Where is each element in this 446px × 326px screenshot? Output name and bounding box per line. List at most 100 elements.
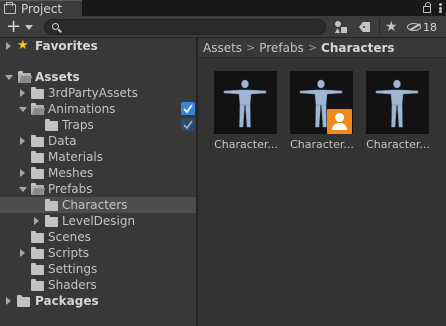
folder-open-icon bbox=[31, 183, 44, 195]
checkbox-checked[interactable] bbox=[181, 102, 195, 115]
tree-item-settings[interactable]: Settings bbox=[0, 261, 196, 277]
tree-item-leveldesign[interactable]: LevelDesign bbox=[0, 213, 196, 229]
tree-item-characters[interactable]: Characters bbox=[0, 197, 196, 213]
expand-arrow-icon[interactable] bbox=[6, 42, 11, 50]
folder-icon bbox=[31, 263, 44, 275]
expand-arrow-icon[interactable] bbox=[20, 169, 25, 177]
star-icon: ★ bbox=[17, 38, 29, 53]
asset-thumbnail bbox=[366, 71, 429, 134]
asset-grid: Character... Character... Character... bbox=[198, 58, 446, 326]
tree-label: Favorites bbox=[35, 39, 98, 53]
folder-open-icon bbox=[31, 103, 44, 115]
asset-thumbnail bbox=[214, 71, 277, 134]
tree-item-favorites[interactable]: ★ Favorites bbox=[0, 38, 196, 54]
project-toolbar: + ★ 18 bbox=[0, 16, 446, 38]
tree-item-materials[interactable]: Materials bbox=[0, 149, 196, 165]
tab-title: Project bbox=[21, 1, 63, 16]
breadcrumb-item-prefabs[interactable]: Prefabs bbox=[259, 41, 304, 55]
breadcrumb-separator: > bbox=[307, 41, 318, 54]
tab-controls bbox=[423, 2, 442, 14]
folder-open-icon bbox=[18, 71, 31, 83]
folder-icon bbox=[31, 279, 44, 291]
hidden-packages-toggle[interactable]: 18 bbox=[407, 18, 437, 36]
checkmark-icon bbox=[183, 104, 193, 114]
favorites-filter-button[interactable]: ★ bbox=[381, 18, 403, 36]
folder-icon bbox=[17, 295, 30, 307]
tree-label: Animations bbox=[48, 102, 116, 116]
tree-item-traps[interactable]: Traps bbox=[0, 117, 196, 133]
checkmark-icon bbox=[183, 120, 193, 130]
collapse-arrow-icon[interactable] bbox=[19, 187, 27, 192]
folder-icon bbox=[31, 135, 44, 147]
search-by-type-button[interactable] bbox=[330, 18, 352, 36]
folder-icon bbox=[31, 247, 44, 259]
tree-label: Settings bbox=[48, 262, 98, 276]
tree-label: Shaders bbox=[48, 278, 97, 292]
tree-label: Assets bbox=[35, 70, 80, 84]
breadcrumb-item-characters[interactable]: Characters bbox=[321, 41, 395, 55]
expand-arrow-icon[interactable] bbox=[34, 217, 39, 225]
breadcrumb: Assets > Prefabs > Characters bbox=[198, 38, 446, 58]
search-input[interactable] bbox=[63, 21, 321, 33]
checkbox-checked-dim[interactable] bbox=[181, 118, 195, 131]
folder-icon bbox=[45, 199, 58, 211]
folder-icon bbox=[4, 1, 16, 14]
star-icon: ★ bbox=[385, 19, 398, 35]
folder-icon bbox=[45, 119, 58, 131]
user-avatar-icon bbox=[327, 109, 352, 134]
search-field[interactable] bbox=[44, 19, 326, 35]
tree-item-3rdpartyassets[interactable]: 3rdPartyAssets bbox=[0, 85, 196, 101]
folder-icon bbox=[31, 231, 44, 243]
collapse-arrow-icon[interactable] bbox=[19, 107, 27, 112]
folder-icon bbox=[31, 87, 44, 99]
tree-label: Scripts bbox=[48, 246, 90, 260]
chevron-down-icon bbox=[25, 24, 34, 30]
character-figure-icon bbox=[375, 79, 419, 128]
tree-label: Meshes bbox=[48, 166, 94, 180]
tree-item-animations[interactable]: Animations bbox=[0, 101, 196, 117]
search-icon bbox=[52, 23, 59, 30]
tree-label: 3rdPartyAssets bbox=[48, 86, 138, 100]
asset-label: Character... bbox=[290, 138, 354, 151]
plus-icon: + bbox=[6, 16, 22, 37]
folder-icon bbox=[31, 167, 44, 179]
expand-arrow-icon[interactable] bbox=[6, 297, 11, 305]
tag-icon bbox=[359, 22, 370, 32]
folder-icon bbox=[45, 215, 58, 227]
create-button[interactable]: + bbox=[4, 18, 34, 36]
tree-label: Traps bbox=[62, 118, 94, 132]
toolbar-divider bbox=[379, 18, 380, 36]
tree-item-assets[interactable]: Assets bbox=[0, 69, 196, 85]
tree-label: Materials bbox=[48, 150, 104, 164]
eye-slash-icon bbox=[407, 23, 421, 31]
breadcrumb-separator: > bbox=[246, 41, 256, 54]
tree-item-shaders[interactable]: Shaders bbox=[0, 277, 196, 293]
breadcrumb-item-assets[interactable]: Assets bbox=[203, 41, 242, 55]
tree-item-scripts[interactable]: Scripts bbox=[0, 245, 196, 261]
lock-icon[interactable] bbox=[423, 2, 431, 13]
window-tab-bar: Project bbox=[0, 0, 446, 16]
search-by-label-button[interactable] bbox=[354, 18, 376, 36]
tree-item-meshes[interactable]: Meshes bbox=[0, 165, 196, 181]
expand-arrow-icon[interactable] bbox=[20, 137, 25, 145]
more-options-icon[interactable] bbox=[439, 2, 442, 14]
hidden-count: 18 bbox=[423, 20, 437, 34]
tree-label: Data bbox=[48, 134, 77, 148]
tree-label: Prefabs bbox=[48, 182, 93, 196]
tree-label: LevelDesign bbox=[62, 214, 136, 228]
tree-label: Scenes bbox=[48, 230, 91, 244]
tab-project[interactable]: Project bbox=[0, 0, 82, 16]
character-figure-icon bbox=[223, 79, 267, 128]
expand-arrow-icon[interactable] bbox=[20, 249, 25, 257]
collapse-arrow-icon[interactable] bbox=[5, 75, 13, 80]
tree-item-scenes[interactable]: Scenes bbox=[0, 229, 196, 245]
tree-label: Characters bbox=[62, 198, 128, 212]
shapes-icon bbox=[335, 21, 347, 33]
tree-item-data[interactable]: Data bbox=[0, 133, 196, 149]
folder-icon bbox=[31, 151, 44, 163]
expand-arrow-icon[interactable] bbox=[20, 89, 25, 97]
tree-item-packages[interactable]: Packages bbox=[0, 293, 196, 309]
tree-item-prefabs[interactable]: Prefabs bbox=[0, 181, 196, 197]
tree-label: Packages bbox=[35, 294, 99, 308]
asset-label: Character... bbox=[366, 138, 430, 151]
